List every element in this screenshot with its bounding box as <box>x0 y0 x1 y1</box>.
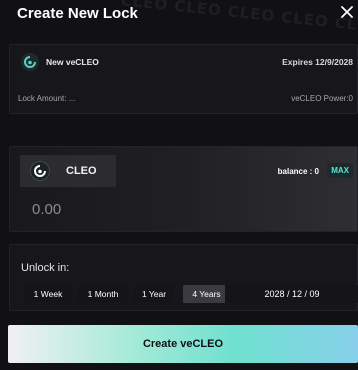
lock-info-card: New veCLEO Expires 12/9/2028 Lock Amount… <box>9 44 358 114</box>
create-lock-modal: CLEO CLEO CLEO CLEO CLEO Create New Lock… <box>0 0 358 370</box>
lock-name: New veCLEO <box>46 57 99 67</box>
unlock-date-field[interactable]: 2028 / 12 / 09 <box>225 285 358 303</box>
expiry-date: Expires 12/9/2028 <box>282 57 353 67</box>
unlock-label: Unlock in: <box>21 262 70 274</box>
cleo-token-icon <box>30 161 50 181</box>
amount-card: CLEO balance : 0 MAX <box>9 146 358 232</box>
create-vecleo-button[interactable]: Create veCLEO <box>8 325 358 363</box>
cleo-logo-icon <box>21 53 39 71</box>
max-button[interactable]: MAX <box>327 163 353 178</box>
token-name: CLEO <box>66 165 97 177</box>
balance-label: balance : 0 <box>277 167 319 176</box>
duration-1-month-button[interactable]: 1 Month <box>78 285 128 303</box>
duration-4-years-button[interactable]: 4 Years <box>183 285 230 303</box>
token-selector[interactable]: CLEO <box>20 155 116 187</box>
amount-input[interactable] <box>32 201 232 218</box>
modal-title: Create New Lock <box>17 5 138 22</box>
vecleo-power: veCLEO Power:0 <box>291 94 353 103</box>
close-icon[interactable] <box>340 5 354 19</box>
unlock-card: Unlock in: 1 Week 1 Month 1 Year 4 Years… <box>9 244 358 311</box>
duration-1-week-button[interactable]: 1 Week <box>24 285 72 303</box>
duration-1-year-button[interactable]: 1 Year <box>134 285 174 303</box>
lock-amount: Lock Amount: ... <box>18 94 76 103</box>
